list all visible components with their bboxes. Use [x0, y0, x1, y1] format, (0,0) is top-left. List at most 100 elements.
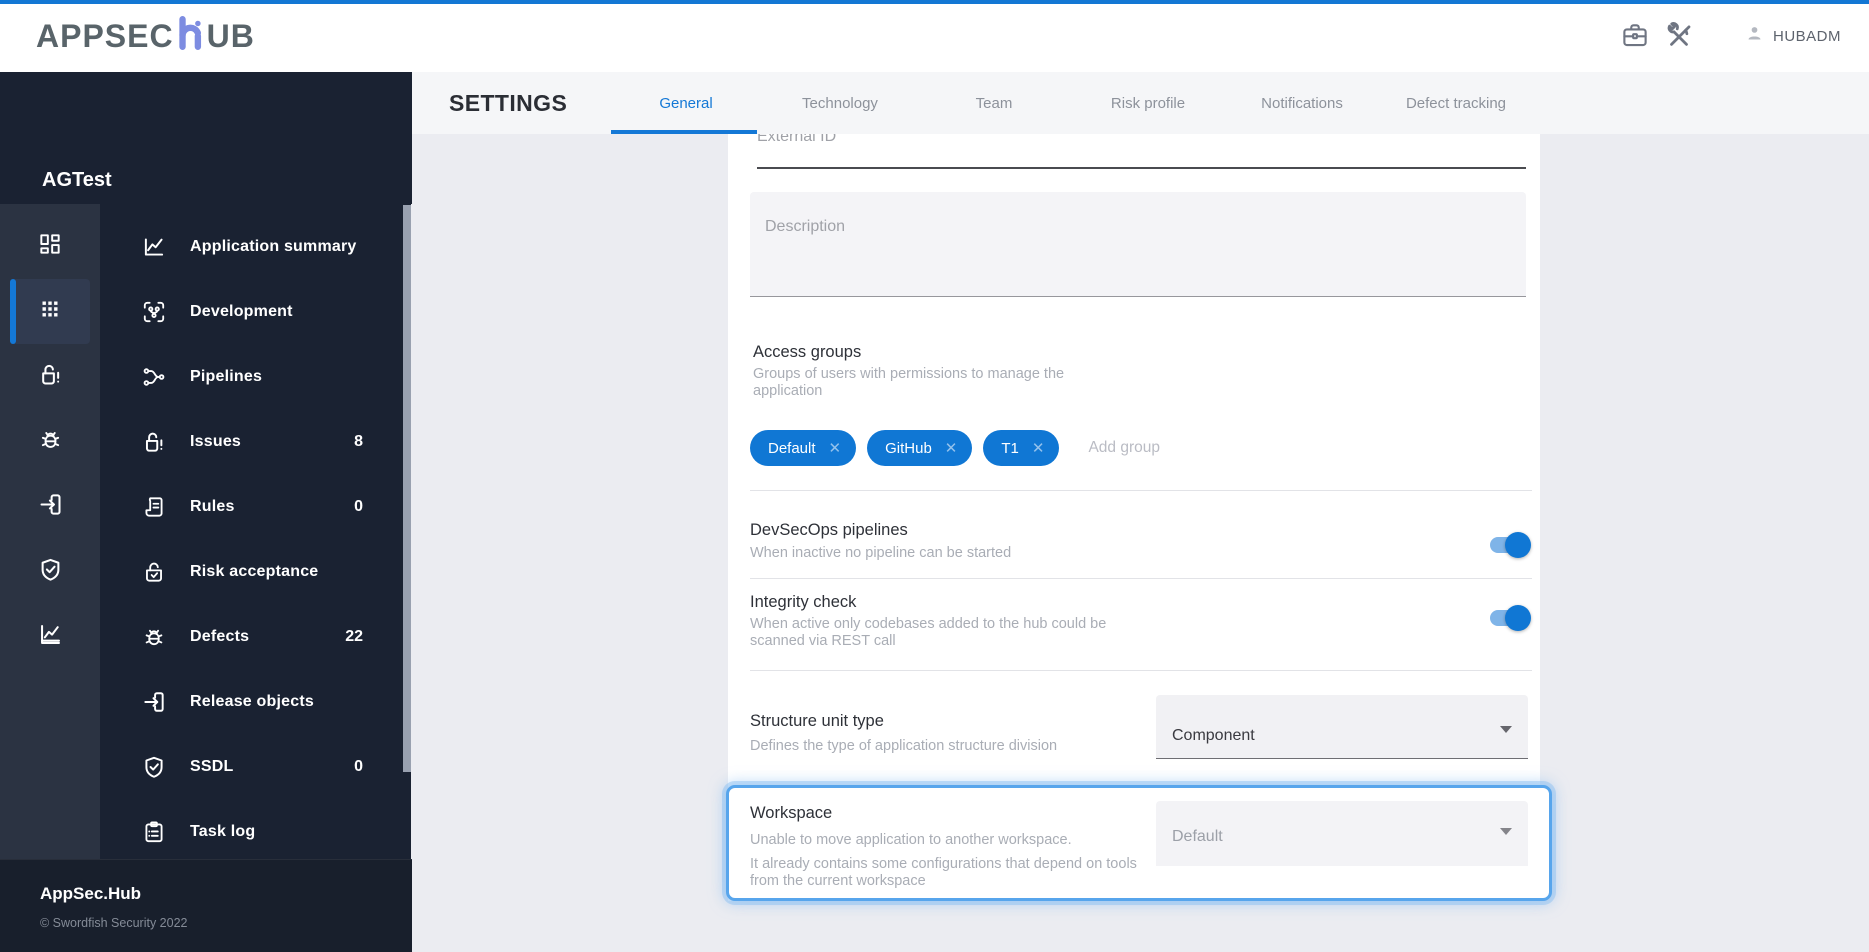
structure-unit-select[interactable]: Component	[1156, 695, 1528, 759]
tab-defect-tracking[interactable]: Defect tracking	[1379, 72, 1533, 134]
shield-check-icon	[37, 556, 64, 588]
admin-tools-icon[interactable]	[1664, 20, 1694, 50]
tab-notifications[interactable]: Notifications	[1225, 72, 1379, 134]
devsecops-caption: When inactive no pipeline can be started	[750, 545, 1012, 561]
sidebar-item-risk-acceptance[interactable]: Risk acceptance	[100, 539, 411, 604]
lock-open-alert-icon	[37, 361, 64, 393]
rail-item-applications[interactable]	[10, 279, 90, 344]
exit-to-app-icon	[37, 491, 64, 523]
sidebar-item-issues[interactable]: Issues 8	[100, 409, 411, 474]
chevron-down-icon	[1500, 726, 1512, 733]
sidebar-item-label: Risk acceptance	[190, 562, 319, 580]
group-chip-github[interactable]: GitHub ✕	[867, 430, 973, 466]
rail-item-issues[interactable]	[10, 344, 90, 409]
lock-open-alert-icon	[140, 428, 167, 455]
sidebar-item-application-summary[interactable]: Application summary	[100, 214, 411, 279]
tab-general[interactable]: General	[609, 72, 763, 134]
group-chip-t1[interactable]: T1 ✕	[983, 430, 1060, 466]
workspace-select-disabled: Default	[1156, 801, 1528, 866]
rail-item-reports[interactable]	[10, 604, 90, 669]
page-title: SETTINGS	[449, 89, 568, 116]
logo-text-prefix: APPSEC	[36, 17, 174, 54]
bug-icon	[37, 426, 64, 458]
rail-item-defects[interactable]	[10, 409, 90, 474]
workspace-value: Default	[1172, 828, 1223, 845]
sidebar-scrollbar-thumb[interactable]	[403, 205, 411, 772]
external-id-field[interactable]: External ID	[757, 134, 836, 146]
code-branch-icon	[140, 298, 167, 325]
workspace-highlighted-section: Workspace Unable to move application to …	[726, 785, 1552, 901]
workspace-title: Workspace	[750, 804, 833, 822]
external-id-underline	[757, 167, 1526, 169]
top-bar: APPSEC UB HUBADM	[0, 0, 1869, 72]
group-chip-default[interactable]: Default ✕	[750, 430, 857, 466]
sidebar-item-count: 8	[354, 432, 363, 450]
task-log-icon	[140, 818, 167, 845]
rules-scroll-icon	[140, 493, 167, 520]
user-avatar-icon	[1745, 24, 1764, 48]
access-groups-caption: Groups of users with permissions to mana…	[753, 366, 1065, 399]
icon-rail	[0, 204, 100, 859]
integrity-caption: When active only codebases added to the …	[750, 616, 1107, 649]
add-group-input[interactable]: Add group	[1088, 439, 1160, 457]
chip-remove-icon[interactable]: ✕	[829, 439, 842, 457]
structure-unit-value: Component	[1172, 727, 1255, 744]
sidebar-header: AGTest Go back to applications	[0, 72, 412, 248]
rail-item-ssdl[interactable]	[10, 539, 90, 604]
tab-team[interactable]: Team	[917, 72, 1071, 134]
sidebar-item-label: Task log	[190, 822, 256, 840]
tab-label: Notifications	[1261, 94, 1343, 112]
settings-tab-bar: SETTINGS General Technology Team Risk pr…	[412, 72, 1869, 134]
sidebar-item-rules[interactable]: Rules 0	[100, 474, 411, 539]
sidebar-item-count: 0	[354, 497, 363, 515]
app-window: APPSEC UB HUBADM AGTest Go back to applic…	[0, 0, 1869, 952]
toggle-knob	[1505, 605, 1531, 631]
user-menu[interactable]: HUBADM	[1745, 0, 1841, 72]
exit-to-app-icon	[140, 688, 167, 715]
chip-label: GitHub	[885, 439, 932, 457]
tab-label: Risk profile	[1110, 94, 1186, 112]
tab-label: Team	[975, 94, 1013, 112]
sidebar-item-label: Rules	[190, 497, 235, 515]
description-textarea[interactable]: Description	[750, 192, 1526, 297]
footer-copyright: © Swordfish Security 2022	[40, 916, 188, 930]
tab-risk-profile[interactable]: Risk profile	[1071, 72, 1225, 134]
sidebar-footer: AppSec.Hub © Swordfish Security 2022	[0, 859, 412, 952]
tab-technology[interactable]: Technology	[763, 72, 917, 134]
shield-check-icon	[140, 753, 167, 780]
tab-label: Defect tracking	[1405, 94, 1507, 112]
logo-h-icon	[174, 13, 207, 59]
sidebar-item-label: SSDL	[190, 757, 234, 775]
integrity-toggle[interactable]	[1490, 605, 1531, 631]
sidebar-item-label: Issues	[190, 432, 242, 450]
pipeline-merge-icon	[140, 363, 167, 390]
rail-item-dashboard[interactable]	[10, 214, 90, 279]
tab-label: General	[659, 94, 713, 112]
sidebar-item-release-objects[interactable]: Release objects	[100, 669, 411, 734]
chart-line-icon	[37, 621, 64, 653]
chip-remove-icon[interactable]: ✕	[1032, 439, 1045, 457]
project-name: AGTest	[42, 169, 112, 191]
rail-item-release-objects[interactable]	[10, 474, 90, 539]
sidebar-item-development[interactable]: Development	[100, 279, 411, 344]
chip-label: Default	[768, 439, 816, 457]
sidebar-item-task-log[interactable]: Task log	[100, 799, 411, 864]
workspace-briefcase-icon[interactable]	[1620, 20, 1650, 50]
toggle-knob	[1505, 532, 1531, 558]
footer-app-name: AppSec.Hub	[40, 884, 142, 903]
sidebar-item-label: Release objects	[190, 692, 314, 710]
structure-unit-caption: Defines the type of application structur…	[750, 738, 1058, 754]
sidebar-item-label: Development	[190, 302, 293, 320]
sidebar-item-defects[interactable]: Defects 22	[100, 604, 411, 669]
tab-label: Technology	[802, 94, 878, 112]
chart-line-icon	[140, 233, 167, 260]
sidebar-item-count: 0	[354, 757, 363, 775]
workspace-caption-line1: Unable to move application to another wo…	[750, 832, 1072, 848]
sidebar-scrollbar	[403, 204, 411, 952]
section-divider	[750, 670, 1532, 671]
sidebar-item-ssdl[interactable]: SSDL 0	[100, 734, 411, 799]
devsecops-toggle[interactable]	[1490, 532, 1531, 558]
sidebar-item-count: 22	[345, 627, 363, 645]
sidebar-item-pipelines[interactable]: Pipelines	[100, 344, 411, 409]
chip-remove-icon[interactable]: ✕	[945, 439, 958, 457]
